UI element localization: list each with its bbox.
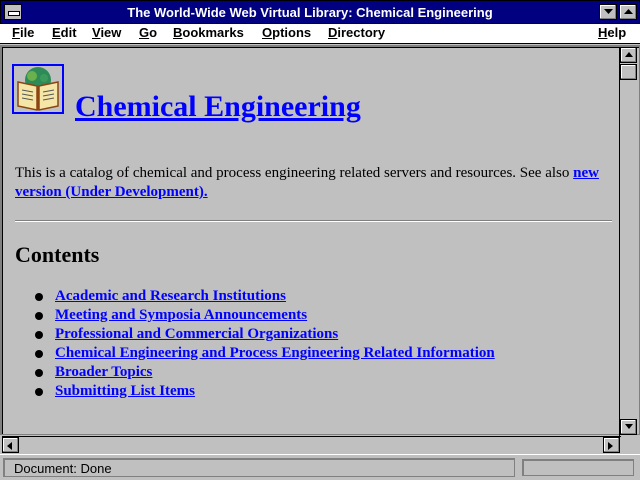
- divider: [15, 220, 612, 222]
- menu-bookmarks[interactable]: Bookmarks: [173, 25, 244, 40]
- book-logo-icon[interactable]: [12, 64, 64, 114]
- scroll-left-icon: [7, 442, 12, 450]
- contents-heading: Contents: [15, 242, 100, 267]
- intro-paragraph: This is a catalog of chemical and proces…: [15, 164, 605, 202]
- menu-options[interactable]: Options: [262, 25, 311, 40]
- bullet-icon: [35, 369, 43, 377]
- link-professional-commercial[interactable]: Professional and Commercial Organization…: [55, 326, 338, 343]
- scroll-down-icon: [625, 424, 633, 429]
- scroll-up-icon: [625, 52, 633, 57]
- menu-file[interactable]: File: [12, 25, 34, 40]
- menu-view[interactable]: View: [92, 25, 121, 40]
- vertical-scrollbar[interactable]: [619, 47, 637, 436]
- vertical-scroll-thumb[interactable]: [620, 64, 637, 80]
- scroll-right-button[interactable]: [603, 437, 620, 453]
- scroll-up-button[interactable]: [620, 47, 637, 63]
- status-bar: Document: Done: [0, 454, 640, 480]
- progress-indicator: [522, 459, 634, 476]
- document-view[interactable]: Chemical Engineering This is a catalog o…: [0, 45, 640, 435]
- menu-go[interactable]: Go: [139, 25, 157, 40]
- bullet-icon: [35, 331, 43, 339]
- window-title: The World-Wide Web Virtual Library: Chem…: [127, 5, 493, 20]
- scrollbar-corner: [621, 436, 638, 453]
- link-meetings-symposia[interactable]: Meeting and Symposia Announcements: [55, 307, 307, 324]
- bullet-icon: [35, 312, 43, 320]
- scroll-right-icon: [608, 442, 613, 450]
- scroll-left-button[interactable]: [2, 437, 19, 453]
- maximize-button[interactable]: [619, 4, 637, 20]
- horizontal-scrollbar[interactable]: [2, 436, 621, 453]
- status-text: Document: Done: [3, 458, 515, 477]
- intro-text: This is a catalog of chemical and proces…: [15, 165, 574, 181]
- link-academic-research[interactable]: Academic and Research Institutions: [55, 288, 286, 305]
- title-bar: The World-Wide Web Virtual Library: Chem…: [0, 0, 640, 24]
- link-chemical-process-info[interactable]: Chemical Engineering and Process Enginee…: [55, 345, 495, 362]
- link-broader-topics[interactable]: Broader Topics: [55, 364, 152, 381]
- system-menu-icon[interactable]: [4, 4, 22, 20]
- menu-help[interactable]: Help: [598, 25, 626, 40]
- page-heading-link[interactable]: Chemical Engineering: [75, 90, 361, 124]
- minimize-icon: [604, 9, 613, 14]
- minimize-button[interactable]: [599, 4, 617, 20]
- scroll-down-button[interactable]: [620, 419, 637, 435]
- link-submitting-items[interactable]: Submitting List Items: [55, 383, 195, 400]
- menu-edit[interactable]: Edit: [52, 25, 77, 40]
- bullet-icon: [35, 388, 43, 396]
- menu-bar: File Edit View Go Bookmarks Options Dire…: [0, 24, 640, 44]
- bullet-icon: [35, 293, 43, 301]
- bullet-icon: [35, 350, 43, 358]
- maximize-icon: [624, 9, 633, 14]
- menu-directory[interactable]: Directory: [328, 25, 385, 40]
